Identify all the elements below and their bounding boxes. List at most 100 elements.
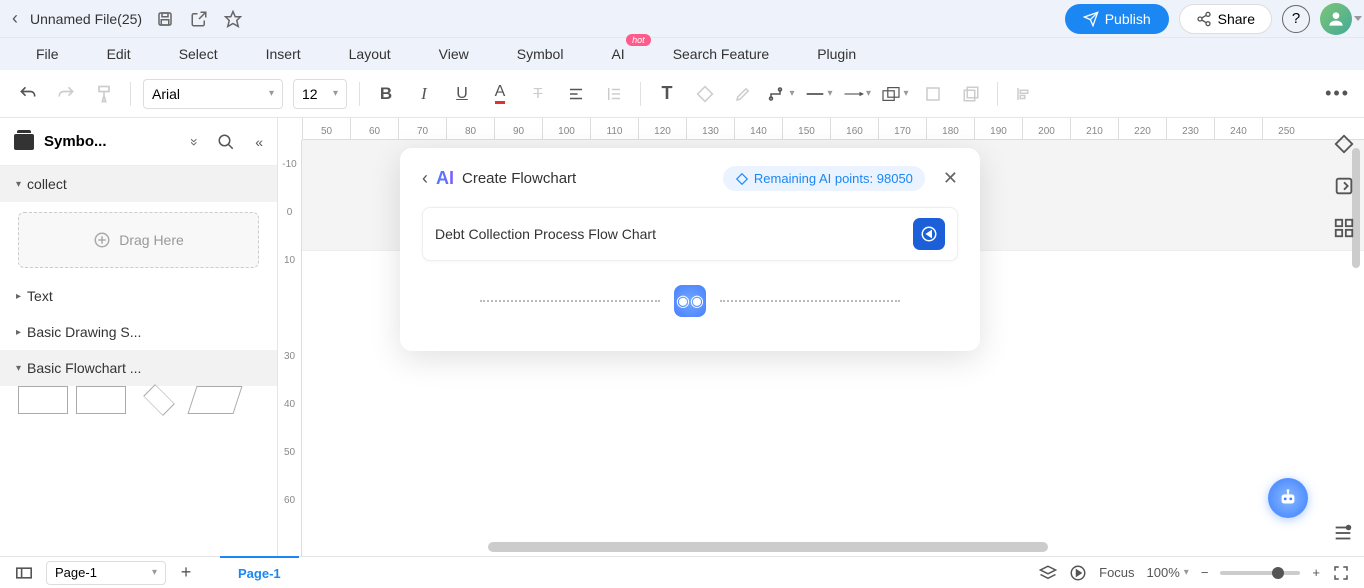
present-button[interactable] xyxy=(1069,564,1087,582)
section-label: Text xyxy=(27,288,53,304)
export-panel-icon[interactable] xyxy=(1332,174,1356,198)
triangle-down-icon: ▾ xyxy=(16,179,21,190)
undo-icon[interactable] xyxy=(14,80,42,108)
sidebar-title: Symbo... xyxy=(44,133,181,150)
drag-area[interactable]: Drag Here xyxy=(18,212,259,268)
text-tool-icon[interactable]: T xyxy=(653,80,681,108)
font-color-icon[interactable]: A xyxy=(486,80,514,108)
pen-icon[interactable] xyxy=(729,80,757,108)
menu-insert[interactable]: Insert xyxy=(266,46,301,62)
add-page-button[interactable]: + xyxy=(174,561,198,585)
theme-icon[interactable] xyxy=(1332,132,1356,156)
ai-points-label: Remaining AI points: 98050 xyxy=(754,171,913,186)
zoom-label: 100% xyxy=(1147,565,1180,580)
close-icon[interactable]: ✕ xyxy=(943,168,958,189)
font-size: 12 xyxy=(302,86,318,102)
zoom-out-button[interactable]: − xyxy=(1201,565,1209,580)
page-tab[interactable]: Page-1 xyxy=(220,556,299,588)
menu-select[interactable]: Select xyxy=(179,46,218,62)
help-icon[interactable]: ? xyxy=(1282,5,1310,33)
align-icon[interactable] xyxy=(562,80,590,108)
more-icon[interactable]: ••• xyxy=(1325,83,1350,104)
share-button[interactable]: Share xyxy=(1179,4,1272,34)
menu-search-feature[interactable]: Search Feature xyxy=(673,46,770,62)
clear-format-icon[interactable]: T xyxy=(524,80,552,108)
zoom-in-button[interactable]: + xyxy=(1312,565,1320,580)
sidebar-section-basic-drawing[interactable]: ▸Basic Drawing S... xyxy=(0,314,277,350)
ai-logo: AI xyxy=(436,168,454,189)
menu-plugin[interactable]: Plugin xyxy=(817,46,856,62)
arrow-style-icon[interactable]: ▾ xyxy=(843,80,871,108)
line-style-icon[interactable]: ▾ xyxy=(805,80,833,108)
menu-symbol[interactable]: Symbol xyxy=(517,46,564,62)
shape-style-icon[interactable]: ▾ xyxy=(881,80,909,108)
share-label: Share xyxy=(1218,11,1255,27)
redo-icon[interactable] xyxy=(52,80,80,108)
caret-icon: ▾ xyxy=(269,88,274,99)
font-size-select[interactable]: 12▾ xyxy=(293,79,347,109)
ruler-vertical: -1001030405060 xyxy=(278,140,302,556)
section-label: Basic Flowchart ... xyxy=(27,360,141,376)
pages-icon[interactable] xyxy=(10,559,38,587)
align-left-icon[interactable] xyxy=(1010,80,1038,108)
menu-file[interactable]: File xyxy=(36,46,59,62)
separator xyxy=(359,82,360,106)
sidebar-section-basic-flowchart[interactable]: ▾ Basic Flowchart ... xyxy=(0,350,277,386)
layers-icon[interactable] xyxy=(957,80,985,108)
grid-icon[interactable] xyxy=(1332,216,1356,240)
shape-rectangle[interactable] xyxy=(18,386,68,414)
avatar[interactable] xyxy=(1320,3,1352,35)
zoom-slider[interactable] xyxy=(1220,571,1300,575)
ai-back-icon[interactable]: ‹ xyxy=(422,168,428,189)
collapse-icon[interactable]: « xyxy=(255,134,263,150)
bold-icon[interactable]: B xyxy=(372,80,400,108)
triangle-down-icon: ▾ xyxy=(16,363,21,374)
focus-button[interactable]: Focus xyxy=(1099,565,1134,580)
library-icon xyxy=(14,134,34,150)
ai-modal: ‹ AI Create Flowchart Remaining AI point… xyxy=(400,148,980,351)
publish-button[interactable]: Publish xyxy=(1065,4,1169,34)
triangle-right-icon: ▸ xyxy=(16,327,21,338)
drag-label: Drag Here xyxy=(119,232,184,248)
sidebar-section-collect[interactable]: ▾collect xyxy=(0,166,277,202)
caret-icon: ▾ xyxy=(152,567,157,578)
ai-send-button[interactable] xyxy=(913,218,945,250)
font-select[interactable]: Arial ▾ xyxy=(143,79,283,109)
format-painter-icon[interactable] xyxy=(90,80,118,108)
shape-parallelogram[interactable] xyxy=(187,386,242,414)
ai-assistant-bubble[interactable] xyxy=(1268,478,1308,518)
layers-button[interactable] xyxy=(1039,564,1057,582)
sidebar-section-text[interactable]: ▸Text xyxy=(0,278,277,314)
zoom-level[interactable]: 100% ▾ xyxy=(1147,565,1189,580)
publish-label: Publish xyxy=(1105,11,1151,27)
page-dropdown[interactable]: Page-1▾ xyxy=(46,561,166,585)
menu-edit[interactable]: Edit xyxy=(107,46,131,62)
connector-icon[interactable]: ▾ xyxy=(767,80,795,108)
menu-layout[interactable]: Layout xyxy=(349,46,391,62)
save-icon[interactable] xyxy=(154,8,176,30)
shape-rectangle[interactable] xyxy=(76,386,126,414)
fill-icon[interactable] xyxy=(691,80,719,108)
menu-ai[interactable]: AI hot xyxy=(611,46,624,62)
scrollbar-horizontal[interactable] xyxy=(488,542,1048,552)
export-icon[interactable] xyxy=(188,8,210,30)
page-tab-label: Page-1 xyxy=(238,566,281,581)
line-spacing-icon[interactable] xyxy=(600,80,628,108)
back-icon[interactable]: ‹ xyxy=(12,8,18,29)
italic-icon[interactable]: I xyxy=(410,80,438,108)
star-icon[interactable] xyxy=(222,8,244,30)
chevron-icon[interactable]: » xyxy=(187,138,203,146)
separator xyxy=(997,82,998,106)
shape-diamond[interactable] xyxy=(134,386,184,414)
ruler-horizontal: 5060708090100110120130140150160170180190… xyxy=(302,118,1364,140)
crop-icon[interactable] xyxy=(919,80,947,108)
menu-view[interactable]: View xyxy=(439,46,469,62)
settings-list-icon[interactable] xyxy=(1332,522,1354,544)
fullscreen-icon[interactable] xyxy=(1332,564,1350,582)
ai-input[interactable] xyxy=(435,226,903,242)
filename: Unnamed File(25) xyxy=(30,11,142,27)
search-icon[interactable] xyxy=(217,133,235,151)
underline-icon[interactable]: U xyxy=(448,80,476,108)
ai-points-badge[interactable]: Remaining AI points: 98050 xyxy=(723,166,925,191)
font-name: Arial xyxy=(152,86,180,102)
